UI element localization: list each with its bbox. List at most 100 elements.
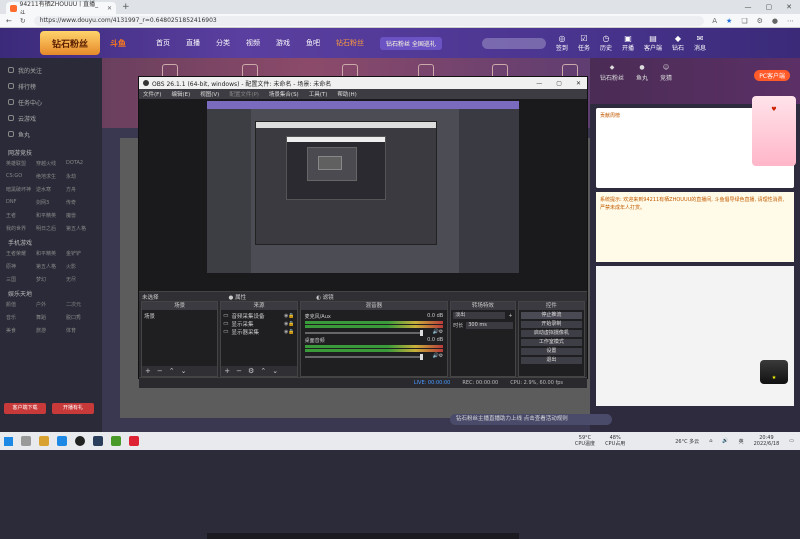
guess-tool[interactable]: ☺竞猜 bbox=[660, 64, 672, 98]
menu-view[interactable]: 视图(V) bbox=[200, 90, 219, 98]
move-down-icon[interactable]: ⌄ bbox=[181, 367, 187, 375]
minimize-button[interactable]: — bbox=[745, 3, 752, 11]
gear-icon[interactable]: ⚙ bbox=[439, 353, 443, 359]
source-item[interactable]: ▭音频采集设备◉🔒 bbox=[223, 312, 294, 320]
diamond-fans-tool[interactable]: ◆钻石粉丝 bbox=[600, 64, 624, 98]
category-link[interactable]: 户外 bbox=[36, 301, 66, 308]
category-link[interactable]: 王者荣耀 bbox=[6, 250, 36, 257]
category-link[interactable]: 暗黑破坏神 bbox=[6, 186, 36, 193]
category-link[interactable]: 剑网3 bbox=[36, 199, 66, 206]
add-icon[interactable]: + bbox=[145, 367, 151, 375]
more-icon[interactable]: ⋯ bbox=[787, 17, 794, 25]
category-link[interactable]: 绝地求生 bbox=[36, 173, 66, 180]
task-button[interactable]: ☑任务 bbox=[578, 34, 590, 52]
checkin-button[interactable]: ◎签到 bbox=[556, 34, 568, 52]
move-up-icon[interactable]: ⌃ bbox=[260, 367, 266, 375]
nav-game[interactable]: 游戏 bbox=[276, 38, 290, 48]
gear-icon[interactable]: ⚙ bbox=[439, 329, 443, 335]
settings-button[interactable]: 设置 bbox=[521, 348, 582, 355]
exit-button[interactable]: 退出 bbox=[521, 357, 582, 364]
sidebar-item-cloud-game[interactable]: 云游戏 bbox=[0, 110, 102, 126]
category-link[interactable]: 王者 bbox=[6, 212, 36, 219]
douyu-logo[interactable]: 斗鱼 bbox=[110, 38, 126, 49]
add-icon[interactable]: + bbox=[224, 367, 230, 375]
category-link[interactable]: 逆水寒 bbox=[36, 186, 66, 193]
weather-widget[interactable]: 26°C 多云 bbox=[675, 438, 699, 445]
properties-button[interactable]: ● 属性 bbox=[229, 293, 247, 301]
close-window-button[interactable]: ✕ bbox=[786, 3, 792, 11]
browser-tab[interactable]: 94211有栖ZHOUUU丨直播_斗... ✕ bbox=[6, 2, 116, 14]
sidebar-item-task[interactable]: 任务中心 bbox=[0, 94, 102, 110]
visibility-eye-icon[interactable]: ◉🔒 bbox=[284, 329, 295, 335]
network-icon[interactable]: ⌂ bbox=[709, 438, 712, 444]
nav-yuba[interactable]: 鱼吧 bbox=[306, 38, 320, 48]
search-icon[interactable] bbox=[21, 436, 31, 446]
category-link[interactable]: 美食 bbox=[6, 327, 36, 334]
edge-icon[interactable] bbox=[57, 436, 67, 446]
category-link[interactable]: 永劫 bbox=[66, 173, 96, 180]
category-link[interactable]: DNF bbox=[6, 199, 36, 206]
volume-icon[interactable]: 🔊 bbox=[722, 438, 728, 444]
back-icon[interactable]: ← bbox=[6, 17, 12, 25]
obs-maximize-button[interactable]: ▢ bbox=[556, 80, 562, 87]
volume-slider[interactable] bbox=[305, 356, 423, 358]
sidebar-item-rank[interactable]: 排行榜 bbox=[0, 78, 102, 94]
sidebar-item-follow[interactable]: 我的关注 bbox=[0, 62, 102, 78]
source-item[interactable]: ▭显示器采集◉🔒 bbox=[223, 328, 294, 336]
new-tab-button[interactable]: + bbox=[122, 2, 130, 12]
steam-icon[interactable] bbox=[93, 436, 103, 446]
add-icon[interactable]: + bbox=[508, 313, 512, 319]
category-link[interactable]: 我的世界 bbox=[6, 225, 36, 232]
fish-ball-tool[interactable]: ●鱼丸 bbox=[636, 64, 648, 98]
category-link[interactable]: 脱口秀 bbox=[66, 314, 96, 321]
transition-select[interactable]: 淡出 bbox=[453, 312, 505, 319]
category-link[interactable]: 旅游 bbox=[36, 327, 66, 334]
obs-minimize-button[interactable]: — bbox=[536, 80, 542, 87]
extensions-icon[interactable]: ⚙ bbox=[757, 17, 763, 25]
tab-close-icon[interactable]: ✕ bbox=[107, 5, 112, 12]
clock[interactable]: 20:492022/6/18 bbox=[754, 435, 780, 447]
diamond-button[interactable]: ◆钻石 bbox=[672, 34, 684, 52]
menu-edit[interactable]: 编辑(E) bbox=[171, 90, 190, 98]
volume-slider[interactable] bbox=[305, 332, 423, 334]
sidebar-item-fish-ball[interactable]: 鱼丸 bbox=[0, 126, 102, 142]
event-logo[interactable]: 钻石粉丝 bbox=[40, 31, 100, 55]
filters-button[interactable]: ◐ 滤镜 bbox=[316, 293, 334, 301]
category-link[interactable]: 火影 bbox=[66, 263, 96, 270]
start-recording-button[interactable]: 开始录制 bbox=[521, 321, 582, 328]
gift-icon[interactable]: ★ bbox=[760, 360, 788, 384]
file-explorer-icon[interactable] bbox=[39, 436, 49, 446]
promo-badge[interactable]: 钻石粉丝 全国巡礼 bbox=[380, 37, 442, 50]
collections-icon[interactable]: ❏ bbox=[741, 17, 747, 25]
windows-start-icon[interactable] bbox=[4, 437, 13, 446]
category-link[interactable]: 原神 bbox=[6, 263, 36, 270]
remove-icon[interactable]: − bbox=[236, 367, 242, 375]
move-down-icon[interactable]: ⌄ bbox=[272, 367, 278, 375]
read-aloud-icon[interactable]: A bbox=[712, 17, 717, 25]
promo-banner-ad[interactable]: ♥ bbox=[752, 96, 796, 166]
gear-icon[interactable]: ⚙ bbox=[248, 367, 254, 375]
category-link[interactable]: 传奇 bbox=[66, 199, 96, 206]
client-button[interactable]: ▤客户端 bbox=[644, 34, 662, 52]
category-link[interactable]: 第五人格 bbox=[36, 263, 66, 270]
category-link[interactable]: 第五人格 bbox=[66, 225, 96, 232]
category-link[interactable]: 和平精英 bbox=[36, 212, 66, 219]
broadcast-button[interactable]: ▣开播 bbox=[622, 34, 634, 52]
menu-help[interactable]: 帮助(H) bbox=[337, 90, 356, 98]
download-client-button[interactable]: 客户端下载 bbox=[4, 403, 46, 414]
category-link[interactable]: 舞蹈 bbox=[36, 314, 66, 321]
reload-icon[interactable]: ↻ bbox=[20, 17, 26, 25]
obs-close-button[interactable]: ✕ bbox=[576, 80, 581, 87]
history-button[interactable]: ◷历史 bbox=[600, 34, 612, 52]
obs-taskbar-icon[interactable] bbox=[75, 436, 85, 446]
category-link[interactable]: 穿越火线 bbox=[36, 160, 66, 167]
url-input[interactable]: https://www.douyu.com/4131997_r=0.648025… bbox=[34, 16, 705, 26]
stop-streaming-button[interactable]: 停止推流 bbox=[521, 312, 582, 319]
category-link[interactable]: 魔兽 bbox=[66, 212, 96, 219]
favorite-star-icon[interactable]: ★ bbox=[726, 17, 732, 25]
nav-category[interactable]: 分类 bbox=[216, 38, 230, 48]
remove-icon[interactable]: − bbox=[157, 367, 163, 375]
menu-file[interactable]: 文件(F) bbox=[143, 90, 161, 98]
category-link[interactable]: 梦幻 bbox=[36, 276, 66, 283]
category-link[interactable]: DOTA2 bbox=[66, 160, 96, 167]
